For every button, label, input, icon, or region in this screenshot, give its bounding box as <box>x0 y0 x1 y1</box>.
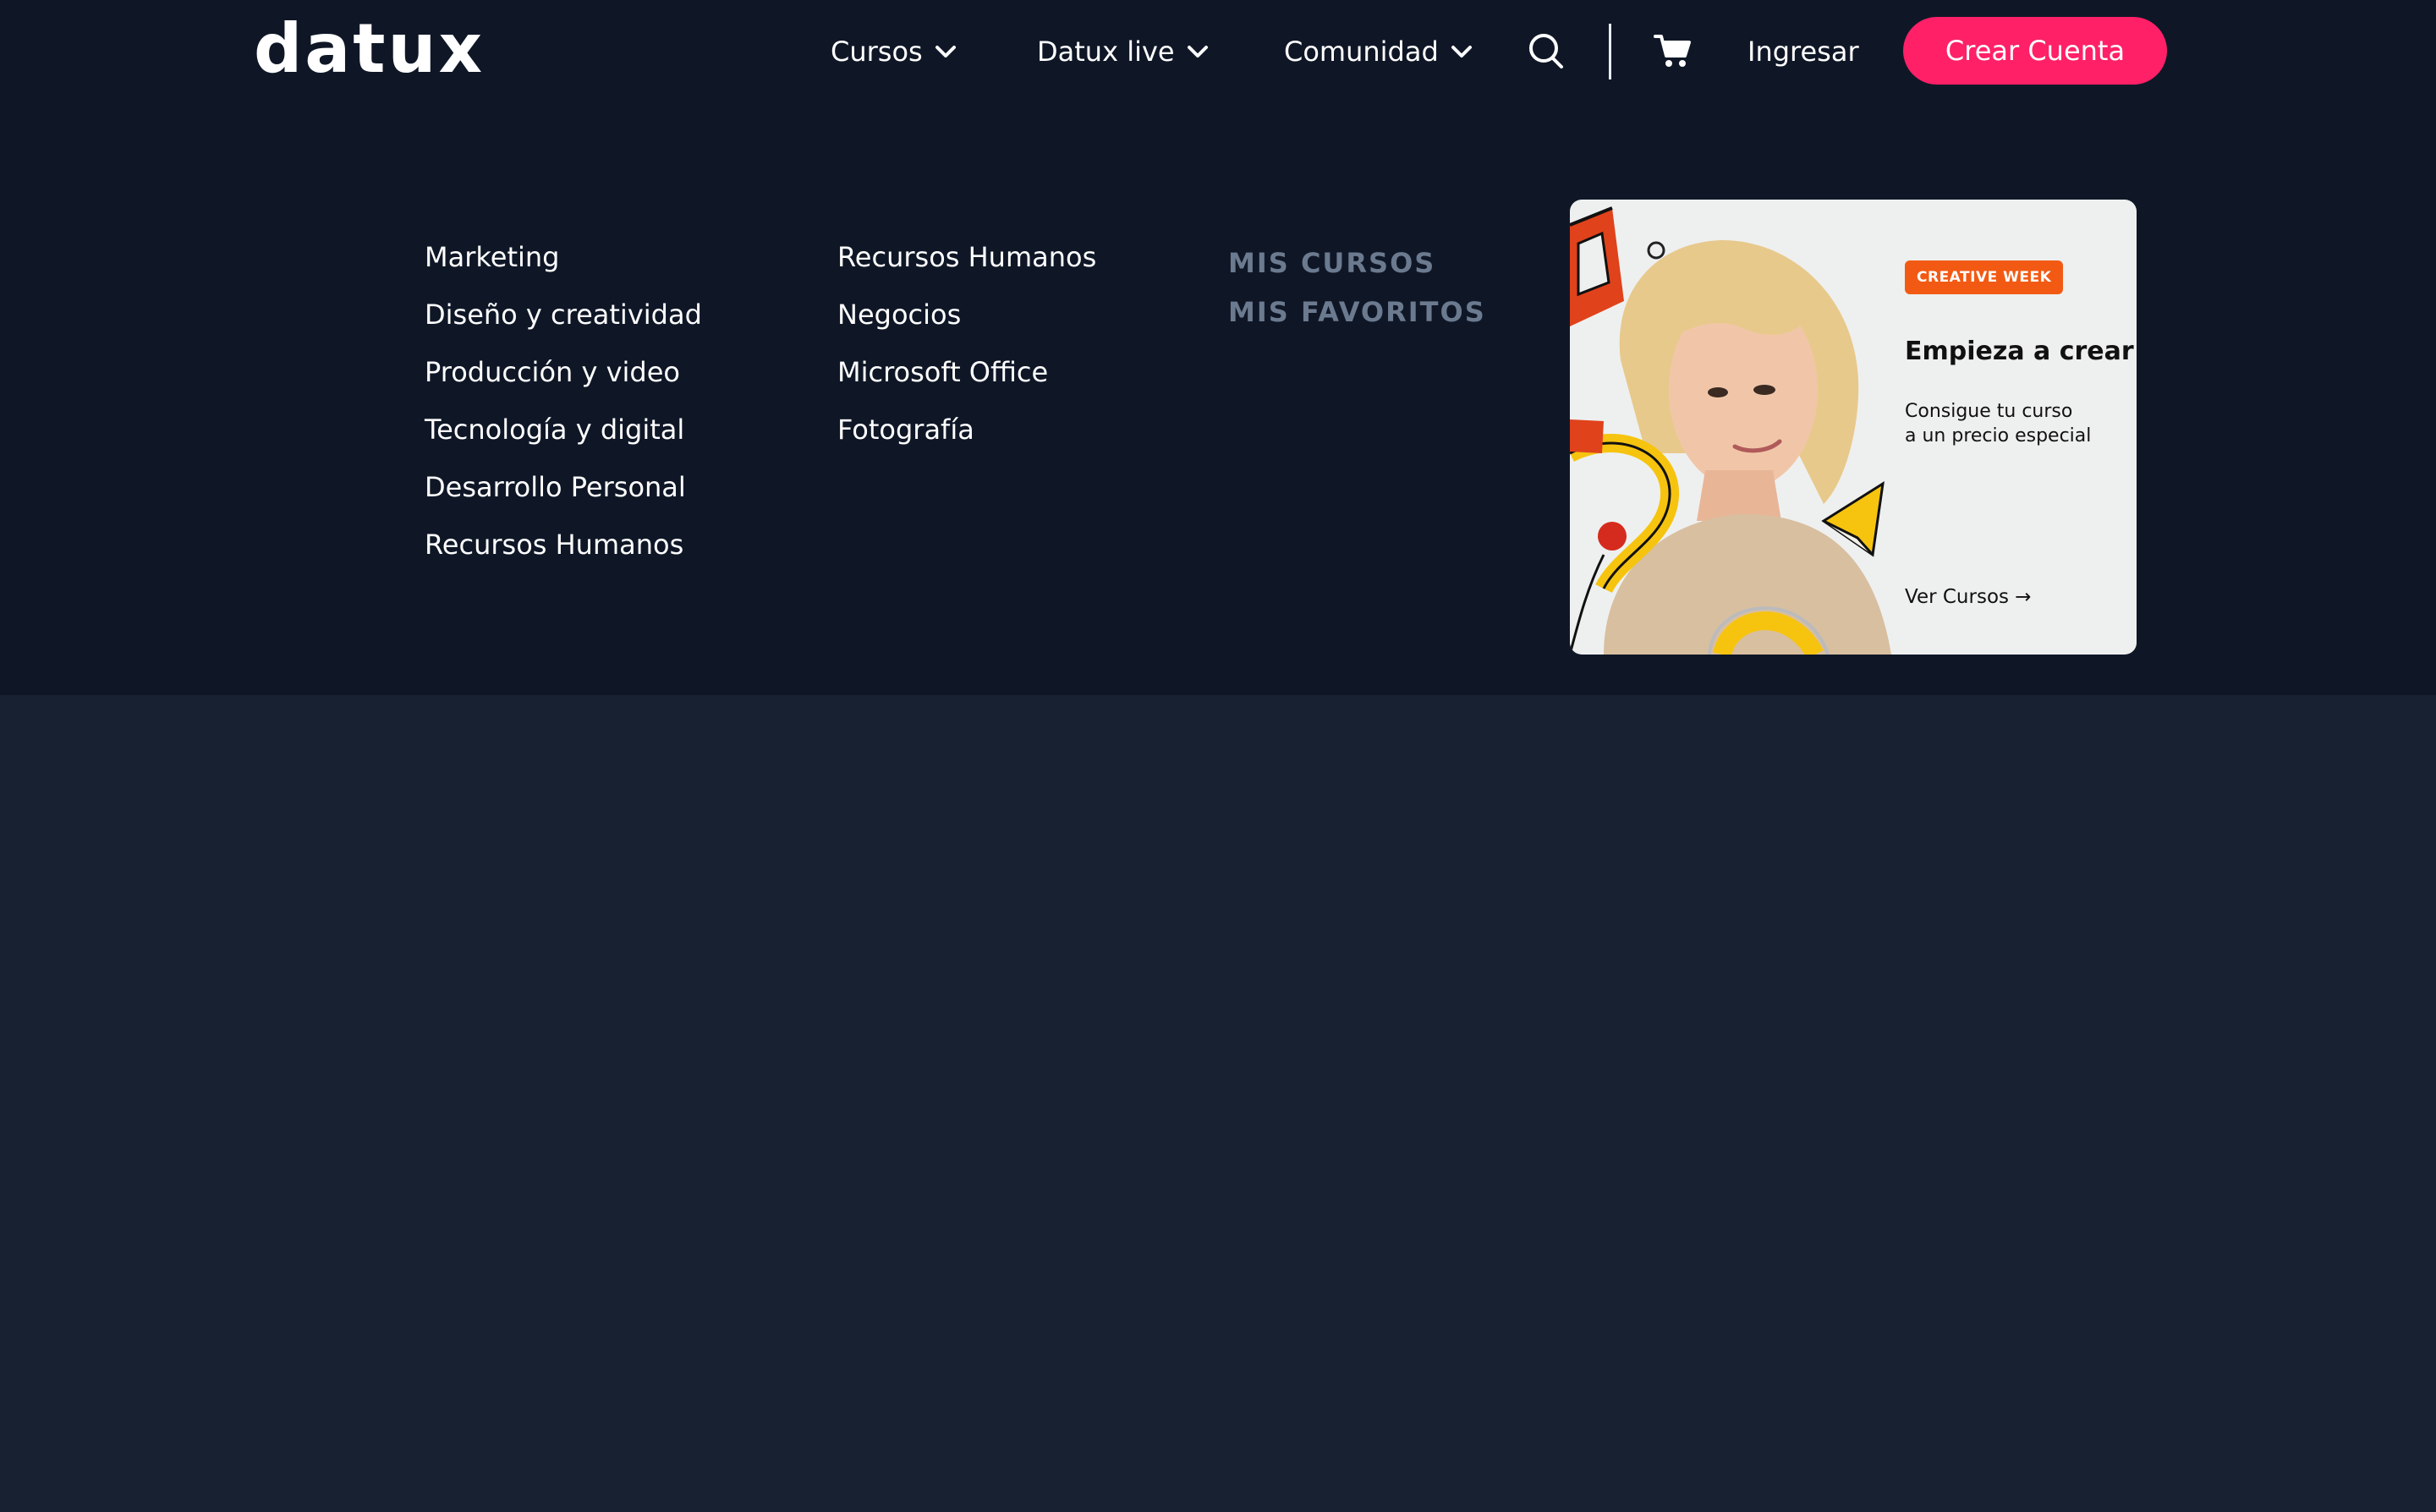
chevron-down-icon <box>935 46 956 58</box>
promo-title: Empieza a crear <box>1905 337 2134 366</box>
category-link[interactable]: Marketing <box>425 228 702 286</box>
nav-cursos-label: Cursos <box>831 36 923 68</box>
nav-datux-live[interactable]: Datux live <box>1037 29 1209 74</box>
view-courses-link[interactable]: Ver Cursos → <box>1905 583 2032 611</box>
category-link[interactable]: Tecnología y digital <box>425 401 702 458</box>
nav-datux-live-label: Datux live <box>1037 36 1175 68</box>
category-link[interactable]: Diseño y creatividad <box>425 286 702 343</box>
my-favorites-link[interactable]: MIS FAVORITOS <box>1228 288 1486 337</box>
promo-illustration <box>1570 206 1891 655</box>
cart-icon[interactable] <box>1653 32 1692 69</box>
category-list-primary: Marketing Diseño y creatividad Producció… <box>425 228 702 573</box>
nav-divider <box>1609 24 1611 79</box>
promo-subtitle: Consigue tu curso a un precio especial <box>1905 399 2125 448</box>
category-link[interactable]: Recursos Humanos <box>425 516 702 573</box>
nav-cursos[interactable]: Cursos <box>831 29 957 74</box>
promo-badge: CREATIVE WEEK <box>1905 260 2064 294</box>
user-links: MIS CURSOS MIS FAVORITOS <box>1228 238 1486 337</box>
category-link[interactable]: Microsoft Office <box>837 343 1096 401</box>
chevron-down-icon <box>1451 46 1472 58</box>
category-link[interactable]: Desarrollo Personal <box>425 458 702 516</box>
category-link[interactable]: Recursos Humanos <box>837 228 1096 286</box>
chevron-down-icon <box>1187 46 1208 58</box>
category-link[interactable]: Producción y video <box>425 343 702 401</box>
category-link[interactable]: Negocios <box>837 286 1096 343</box>
category-link[interactable]: Fotografía <box>837 401 1096 458</box>
nav-comunidad[interactable]: Comunidad <box>1284 29 1473 74</box>
datux-logo[interactable]: datux <box>254 12 485 86</box>
search-icon[interactable] <box>1528 32 1565 71</box>
category-list-secondary: Recursos Humanos Negocios Microsoft Offi… <box>837 228 1096 458</box>
create-account-button[interactable]: Crear Cuenta <box>1903 17 2167 85</box>
my-courses-link[interactable]: MIS CURSOS <box>1228 238 1486 288</box>
promo-subtitle-line: a un precio especial <box>1905 425 2092 446</box>
nav-comunidad-label: Comunidad <box>1284 36 1439 68</box>
header-mega-menu: datux Cursos Datux live Comunidad Ingres… <box>0 0 2436 695</box>
promo-card[interactable]: CREATIVE WEEK Empieza a crear Consigue t… <box>1570 200 2137 655</box>
login-link[interactable]: Ingresar <box>1747 29 1859 74</box>
promo-subtitle-line: Consigue tu curso <box>1905 401 2073 422</box>
